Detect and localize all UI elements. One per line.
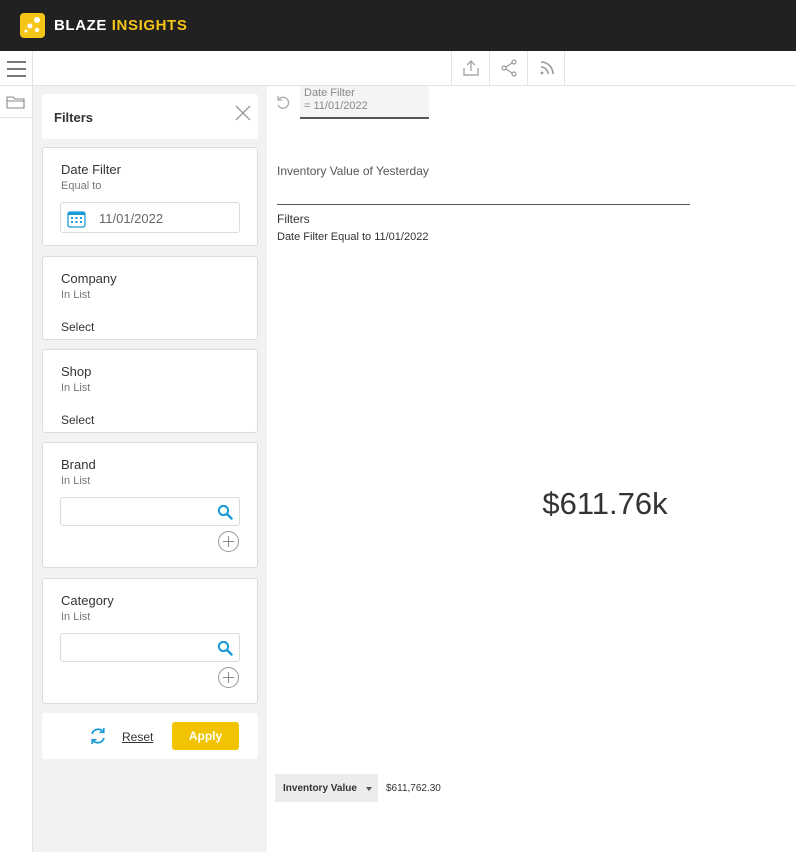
category-filter-operator: In List [61,611,91,623]
legend-value: $611,762.30 [386,783,441,794]
company-filter-operator: In List [61,289,91,301]
brand-part-2: INSIGHTS [111,17,188,34]
share-icon[interactable] [489,51,527,85]
date-filter-card: Date Filter Equal to 11/01/2022 [42,147,258,246]
active-filter-chip[interactable]: Date Filter = 11/01/2022 [300,86,429,119]
filters-panel: Filters Date Filter Equal to 11/01/2022 … [33,86,267,852]
category-filter-card: Category In List [42,578,258,704]
category-search-input[interactable] [65,637,215,659]
search-icon[interactable] [217,504,233,520]
rail-divider [0,117,33,118]
date-value: 11/01/2022 [99,211,164,226]
legend: Inventory Value $611,762.30 [275,774,450,802]
close-icon[interactable] [234,104,252,127]
legend-label: Inventory Value [283,783,357,794]
undo-icon[interactable] [275,94,291,115]
filters-title: Filters [54,110,94,125]
brand-search-input[interactable] [65,501,215,523]
filters-header: Filters [42,94,258,139]
brand-filter-title: Brand [61,457,96,472]
company-filter-title: Company [61,271,117,286]
reset-link[interactable]: Reset [122,730,153,744]
brand-add-icon[interactable] [218,531,239,552]
left-rail [0,86,33,852]
brand-name: BLAZE INSIGHTS [54,17,187,34]
export-icon[interactable] [451,51,489,85]
top-bar: BLAZE INSIGHTS [0,0,796,51]
apply-button[interactable]: Apply [172,722,239,750]
refresh-icon[interactable] [88,726,108,751]
legend-dropdown[interactable]: Inventory Value [275,774,378,802]
report-title: Inventory Value of Yesterday [277,164,429,178]
brand-search-box [60,497,240,526]
category-filter-title: Category [61,593,114,608]
menu-icon[interactable] [0,51,33,85]
date-filter-operator: Equal to [61,180,102,192]
company-filter-card: Company In List Select [42,256,258,340]
shop-filter-card: Shop In List Select [42,349,258,433]
brand-filter-card: Brand In List [42,442,258,568]
logo-icon [20,13,45,38]
category-add-icon[interactable] [218,667,239,688]
toolbar [0,51,796,86]
date-filter-title: Date Filter [61,162,121,177]
brand-part-1: BLAZE [54,17,107,34]
chip-filter-value: = 11/01/2022 [304,100,368,112]
rss-icon[interactable] [527,51,565,85]
category-search-box [60,633,240,662]
report-divider [277,204,690,205]
report-filters-description: Date Filter Equal to 11/01/2022 [277,231,429,243]
date-input[interactable]: 11/01/2022 [60,202,240,233]
shop-filter-title: Shop [61,364,92,379]
chevron-down-icon[interactable] [366,787,372,791]
shop-select[interactable]: Select [61,413,94,427]
folder-icon[interactable] [6,94,26,115]
brand-filter-operator: In List [61,475,91,487]
kpi-value: $611.76k [542,486,668,521]
chip-filter-name: Date Filter [304,87,355,99]
company-select[interactable]: Select [61,320,94,334]
search-icon[interactable] [217,640,233,656]
calendar-icon [67,211,86,228]
shop-filter-operator: In List [61,382,91,394]
filter-actions: Reset Apply [42,713,258,759]
report-filters-heading: Filters [277,212,310,226]
